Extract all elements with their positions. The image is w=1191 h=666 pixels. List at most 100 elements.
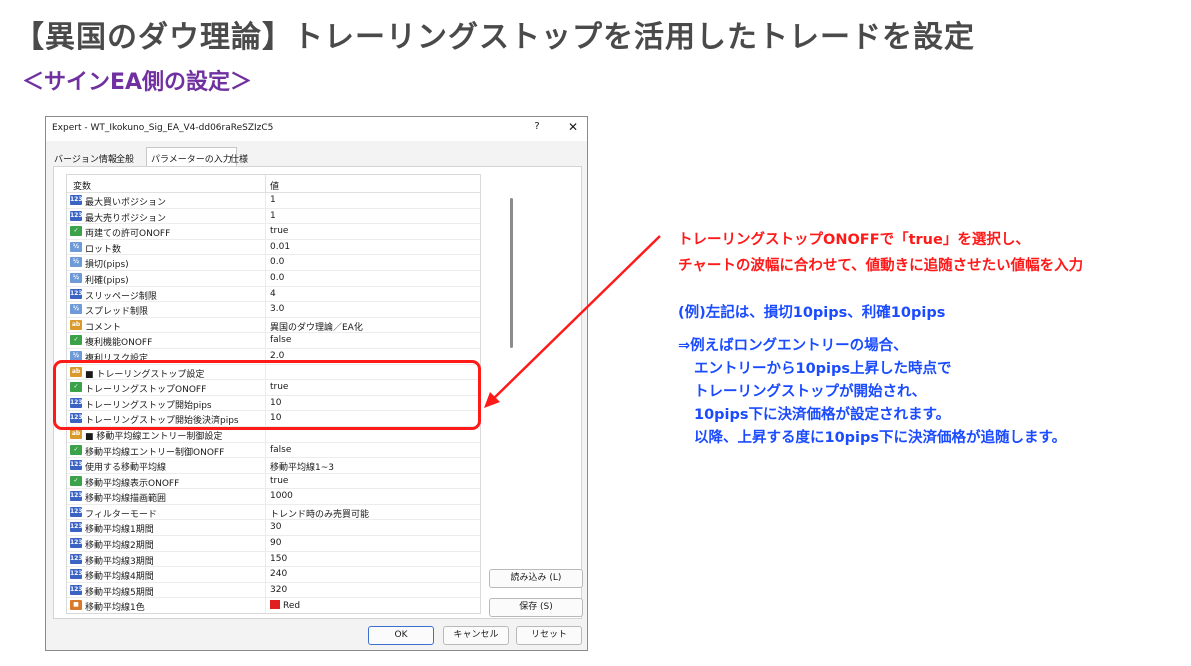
table-row[interactable]: 123 移動平均線2期間 90 bbox=[67, 536, 480, 552]
parameter-value[interactable]: トレンド時のみ売買可能 bbox=[270, 507, 369, 520]
parameter-name: 移動平均線表示ONOFF bbox=[85, 478, 180, 489]
help-button[interactable]: ? bbox=[530, 121, 544, 137]
int-type-icon: 123 bbox=[70, 584, 83, 595]
table-row[interactable]: ½ 損切(pips) 0.0 bbox=[67, 255, 480, 271]
int-type-icon: 123 bbox=[70, 553, 83, 564]
col-type-icon: ■ bbox=[70, 600, 82, 611]
page-subtitle: ＜サインEA側の設定＞ bbox=[22, 70, 253, 95]
note-blue-line: 10pips下に決済価格が設定されます。 bbox=[694, 407, 951, 423]
bool-type-icon: ✓ bbox=[70, 444, 82, 455]
note-blue-line: (例)左記は、損切10pips、利確10pips bbox=[678, 305, 946, 321]
parameter-name: スプレッド制限 bbox=[85, 307, 149, 318]
parameter-name: 両建ての許可ONOFF bbox=[85, 229, 171, 240]
load-button[interactable]: 読み込み (L) bbox=[489, 569, 583, 588]
parameter-value[interactable]: 0.01 bbox=[270, 242, 290, 252]
tab-parameters[interactable]: パラメーターの入力 bbox=[146, 147, 237, 166]
table-row[interactable]: 123 使用する移動平均線 移動平均線1~3 bbox=[67, 458, 480, 474]
table-row[interactable]: 123 移動平均線5期間 320 bbox=[67, 582, 480, 599]
scrollbar-thumb[interactable] bbox=[510, 198, 513, 348]
cancel-button[interactable]: キャンセル bbox=[443, 626, 509, 645]
column-header-value[interactable]: 値 bbox=[270, 179, 279, 192]
parameter-name: 移動平均線描画範囲 bbox=[85, 494, 167, 505]
table-row[interactable]: 123 最大売りポジション 1 bbox=[67, 208, 480, 225]
int-type-icon: 123 bbox=[70, 569, 83, 580]
table-row[interactable]: ab コメント 異国のダウ理論／EA化 bbox=[67, 317, 480, 334]
int-type-icon: 123 bbox=[70, 195, 83, 205]
note-red-line: チャートの波幅に合わせて、値動きに追随させたい値幅を入力 bbox=[678, 258, 1084, 274]
parameter-name: 移動平均線2期間 bbox=[85, 541, 154, 552]
table-row[interactable]: 123 フィルターモード トレンド時のみ売買可能 bbox=[67, 504, 480, 521]
grid-scrollbar[interactable] bbox=[509, 192, 515, 607]
note-blue-line: ⇒例えばロングエントリーの場合、 bbox=[678, 338, 908, 354]
parameter-value[interactable]: 0.0 bbox=[270, 257, 284, 267]
parameter-value[interactable]: true bbox=[270, 476, 288, 486]
table-row[interactable]: ½ スプレッド制限 3.0 bbox=[67, 302, 480, 318]
table-row[interactable]: ✓ 両建ての許可ONOFF true bbox=[67, 224, 480, 240]
tab-specification[interactable]: 仕様 bbox=[230, 149, 248, 166]
parameter-value[interactable]: 1 bbox=[270, 211, 276, 221]
int-type-icon: 123 bbox=[70, 522, 83, 533]
parameter-name: 最大売りポジション bbox=[85, 213, 167, 224]
table-row[interactable]: ½ 利確(pips) 0.0 bbox=[67, 270, 480, 287]
color-value: Red bbox=[283, 601, 301, 612]
save-button[interactable]: 保存 (S) bbox=[489, 598, 583, 617]
column-divider[interactable] bbox=[265, 175, 266, 193]
parameter-name: 移動平均線1期間 bbox=[85, 525, 154, 536]
parameter-value[interactable]: 320 bbox=[270, 585, 287, 595]
parameter-value[interactable]: 1 bbox=[270, 195, 276, 205]
parameter-value[interactable]: true bbox=[270, 226, 288, 236]
color-swatch bbox=[270, 600, 280, 610]
table-row[interactable]: ■ 移動平均線1色 Red bbox=[67, 598, 480, 614]
parameter-value[interactable]: 3.0 bbox=[270, 304, 284, 314]
dbl-type-icon: ½ bbox=[70, 304, 82, 315]
parameter-value[interactable]: 異国のダウ理論／EA化 bbox=[270, 320, 363, 333]
parameter-name: 移動平均線5期間 bbox=[85, 587, 154, 598]
column-header-name[interactable]: 変数 bbox=[73, 179, 91, 192]
note-red-line: トレーリングストップONOFFで「true」を選択し、 bbox=[678, 232, 1030, 248]
parameter-value[interactable]: false bbox=[270, 445, 291, 455]
table-row[interactable]: 123 移動平均線1期間 30 bbox=[67, 520, 480, 537]
parameter-name: 移動平均線4期間 bbox=[85, 572, 154, 583]
parameter-value[interactable]: 0.0 bbox=[270, 273, 284, 283]
dialog-titlebar[interactable]: Expert - WT_Ikokuno_Sig_EA_V4-dd06raReSZ… bbox=[46, 117, 587, 141]
table-row[interactable]: 123 スリッページ制限 4 bbox=[67, 286, 480, 303]
parameter-name: フィルターモード bbox=[85, 509, 157, 520]
table-row[interactable]: 123 移動平均線描画範囲 1000 bbox=[67, 489, 480, 505]
int-type-icon: 123 bbox=[70, 538, 83, 549]
parameter-name: 移動平均線エントリー制御ONOFF bbox=[85, 447, 225, 458]
parameter-value[interactable]: 1000 bbox=[270, 491, 293, 501]
table-row[interactable]: 123 最大買いポジション 1 bbox=[67, 193, 480, 209]
parameter-value[interactable]: 移動平均線1~3 bbox=[270, 460, 334, 473]
parameter-name: 使用する移動平均線 bbox=[85, 463, 167, 474]
int-type-icon: 123 bbox=[70, 288, 83, 299]
parameter-name: 移動平均線3期間 bbox=[85, 556, 154, 567]
page-title: 【異国のダウ理論】トレーリングストップを活用したトレードを設定 bbox=[14, 20, 975, 55]
bool-type-icon: ✓ bbox=[70, 226, 82, 237]
parameter-value[interactable]: false bbox=[270, 335, 291, 345]
parameter-value[interactable]: 150 bbox=[270, 554, 287, 564]
dbl-type-icon: ½ bbox=[70, 272, 82, 283]
parameter-value[interactable]: 90 bbox=[270, 538, 281, 548]
tab-general[interactable]: 全般 bbox=[116, 149, 134, 166]
grid-header: 変数 値 bbox=[67, 175, 480, 193]
table-row[interactable]: ✓ 移動平均線エントリー制御ONOFF false bbox=[67, 442, 480, 459]
note-blue-line: トレーリングストップが開始され、 bbox=[694, 384, 927, 400]
ok-button[interactable]: OK bbox=[368, 626, 434, 645]
reset-button[interactable]: リセット bbox=[516, 626, 582, 645]
table-row[interactable]: ✓ 複利機能ONOFF false bbox=[67, 333, 480, 349]
parameter-value[interactable]: 4 bbox=[270, 289, 276, 299]
parameter-value[interactable]: 30 bbox=[270, 522, 281, 532]
parameter-value[interactable]: Red bbox=[270, 600, 300, 611]
close-button[interactable]: ✕ bbox=[565, 120, 581, 136]
int-type-icon: 123 bbox=[70, 491, 83, 502]
dialog-title: Expert - WT_Ikokuno_Sig_EA_V4-dd06raReSZ… bbox=[52, 123, 274, 133]
table-row[interactable]: 123 移動平均線4期間 240 bbox=[67, 567, 480, 583]
tab-version-info[interactable]: バージョン情報 bbox=[54, 149, 117, 166]
parameter-name: 利確(pips) bbox=[85, 275, 129, 286]
parameter-value[interactable]: 240 bbox=[270, 569, 287, 579]
dbl-type-icon: ½ bbox=[70, 257, 82, 268]
table-row[interactable]: 123 移動平均線3期間 150 bbox=[67, 551, 480, 568]
table-row[interactable]: ✓ 移動平均線表示ONOFF true bbox=[67, 473, 480, 490]
table-row[interactable]: ½ ロット数 0.01 bbox=[67, 239, 480, 256]
parameter-name: 移動平均線1色 bbox=[85, 603, 145, 614]
